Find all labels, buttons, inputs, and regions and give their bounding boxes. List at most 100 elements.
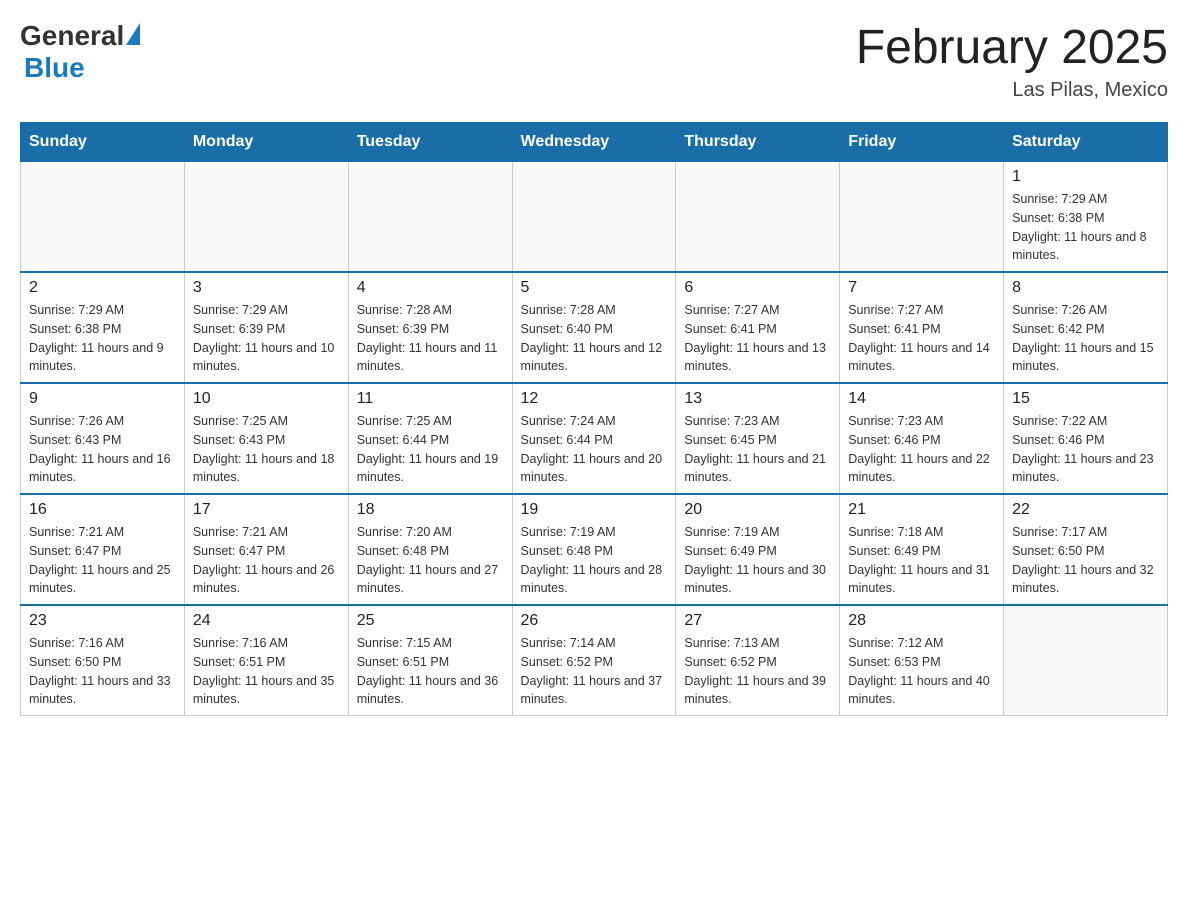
day-number: 9 (29, 390, 176, 408)
day-info: Sunrise: 7:26 AM Sunset: 6:43 PM Dayligh… (29, 412, 176, 487)
weekday-header-monday: Monday (184, 123, 348, 162)
weekday-header-row: SundayMondayTuesdayWednesdayThursdayFrid… (21, 123, 1168, 162)
day-info: Sunrise: 7:22 AM Sunset: 6:46 PM Dayligh… (1012, 412, 1159, 487)
day-info: Sunrise: 7:12 AM Sunset: 6:53 PM Dayligh… (848, 634, 995, 709)
calendar-cell: 12 Sunrise: 7:24 AM Sunset: 6:44 PM Dayli… (512, 383, 676, 494)
calendar-cell: 1 Sunrise: 7:29 AM Sunset: 6:38 PM Daylig… (1004, 162, 1168, 273)
day-number: 7 (848, 279, 995, 297)
day-number: 4 (357, 279, 504, 297)
page-header: General Blue February 2025 Las Pilas, Me… (20, 20, 1168, 102)
day-number: 24 (193, 612, 340, 630)
day-number: 25 (357, 612, 504, 630)
calendar-cell: 23 Sunrise: 7:16 AM Sunset: 6:50 PM Dayli… (21, 605, 185, 716)
calendar-week-row: 23 Sunrise: 7:16 AM Sunset: 6:50 PM Dayli… (21, 605, 1168, 716)
logo-triangle-icon (126, 23, 140, 45)
day-info: Sunrise: 7:13 AM Sunset: 6:52 PM Dayligh… (684, 634, 831, 709)
day-number: 16 (29, 501, 176, 519)
day-number: 2 (29, 279, 176, 297)
calendar-cell (21, 162, 185, 273)
calendar-cell: 26Sunrise: 7:14 AM Sunset: 6:52 PM Dayli… (512, 605, 676, 716)
calendar-header: SundayMondayTuesdayWednesdayThursdayFrid… (21, 123, 1168, 162)
logo-general: General (20, 20, 124, 52)
day-info: Sunrise: 7:19 AM Sunset: 6:48 PM Dayligh… (521, 523, 668, 598)
calendar-cell: 20 Sunrise: 7:19 AM Sunset: 6:49 PM Dayli… (676, 494, 840, 605)
day-info: Sunrise: 7:23 AM Sunset: 6:45 PM Dayligh… (684, 412, 831, 487)
day-info: Sunrise: 7:29 AM Sunset: 6:38 PM Dayligh… (29, 301, 176, 376)
day-info: Sunrise: 7:27 AM Sunset: 6:41 PM Dayligh… (848, 301, 995, 376)
calendar-week-row: 9 Sunrise: 7:26 AM Sunset: 6:43 PM Daylig… (21, 383, 1168, 494)
calendar-cell (512, 162, 676, 273)
weekday-header-wednesday: Wednesday (512, 123, 676, 162)
day-info: Sunrise: 7:17 AM Sunset: 6:50 PM Dayligh… (1012, 523, 1159, 598)
day-info: Sunrise: 7:26 AM Sunset: 6:42 PM Dayligh… (1012, 301, 1159, 376)
calendar-cell: 27 Sunrise: 7:13 AM Sunset: 6:52 PM Dayli… (676, 605, 840, 716)
day-info: Sunrise: 7:24 AM Sunset: 6:44 PM Dayligh… (521, 412, 668, 487)
day-info: Sunrise: 7:15 AM Sunset: 6:51 PM Dayligh… (357, 634, 504, 709)
calendar-cell: 3Sunrise: 7:29 AM Sunset: 6:39 PM Daylig… (184, 272, 348, 383)
day-number: 12 (521, 390, 668, 408)
day-info: Sunrise: 7:19 AM Sunset: 6:49 PM Dayligh… (684, 523, 831, 598)
calendar-cell: 19 Sunrise: 7:19 AM Sunset: 6:48 PM Dayli… (512, 494, 676, 605)
weekday-header-saturday: Saturday (1004, 123, 1168, 162)
day-number: 5 (521, 279, 668, 297)
day-number: 27 (684, 612, 831, 630)
weekday-header-sunday: Sunday (21, 123, 185, 162)
calendar-cell: 25 Sunrise: 7:15 AM Sunset: 6:51 PM Dayli… (348, 605, 512, 716)
calendar-cell: 8Sunrise: 7:26 AM Sunset: 6:42 PM Daylig… (1004, 272, 1168, 383)
calendar-cell: 7 Sunrise: 7:27 AM Sunset: 6:41 PM Daylig… (840, 272, 1004, 383)
calendar-week-row: 2 Sunrise: 7:29 AM Sunset: 6:38 PM Daylig… (21, 272, 1168, 383)
day-number: 28 (848, 612, 995, 630)
calendar-cell: 5 Sunrise: 7:28 AM Sunset: 6:40 PM Daylig… (512, 272, 676, 383)
calendar-cell: 18 Sunrise: 7:20 AM Sunset: 6:48 PM Dayli… (348, 494, 512, 605)
calendar-cell: 14Sunrise: 7:23 AM Sunset: 6:46 PM Dayli… (840, 383, 1004, 494)
day-number: 10 (193, 390, 340, 408)
day-info: Sunrise: 7:25 AM Sunset: 6:43 PM Dayligh… (193, 412, 340, 487)
title-section: February 2025 Las Pilas, Mexico (856, 20, 1168, 102)
calendar-cell (348, 162, 512, 273)
day-number: 3 (193, 279, 340, 297)
logo-blue: Blue (24, 52, 85, 84)
calendar-cell: 13Sunrise: 7:23 AM Sunset: 6:45 PM Dayli… (676, 383, 840, 494)
day-info: Sunrise: 7:20 AM Sunset: 6:48 PM Dayligh… (357, 523, 504, 598)
calendar-cell: 10 Sunrise: 7:25 AM Sunset: 6:43 PM Dayli… (184, 383, 348, 494)
calendar-cell: 11 Sunrise: 7:25 AM Sunset: 6:44 PM Dayli… (348, 383, 512, 494)
calendar-cell (184, 162, 348, 273)
day-info: Sunrise: 7:21 AM Sunset: 6:47 PM Dayligh… (29, 523, 176, 598)
calendar-cell: 6 Sunrise: 7:27 AM Sunset: 6:41 PM Daylig… (676, 272, 840, 383)
calendar-cell: 21Sunrise: 7:18 AM Sunset: 6:49 PM Dayli… (840, 494, 1004, 605)
day-info: Sunrise: 7:28 AM Sunset: 6:40 PM Dayligh… (521, 301, 668, 376)
calendar-cell: 22 Sunrise: 7:17 AM Sunset: 6:50 PM Dayli… (1004, 494, 1168, 605)
calendar-cell (1004, 605, 1168, 716)
day-info: Sunrise: 7:27 AM Sunset: 6:41 PM Dayligh… (684, 301, 831, 376)
day-number: 1 (1012, 168, 1159, 186)
calendar-cell: 15 Sunrise: 7:22 AM Sunset: 6:46 PM Dayli… (1004, 383, 1168, 494)
day-info: Sunrise: 7:16 AM Sunset: 6:51 PM Dayligh… (193, 634, 340, 709)
calendar-cell (676, 162, 840, 273)
calendar-table: SundayMondayTuesdayWednesdayThursdayFrid… (20, 122, 1168, 716)
weekday-header-tuesday: Tuesday (348, 123, 512, 162)
day-number: 11 (357, 390, 504, 408)
month-title: February 2025 (856, 20, 1168, 75)
calendar-body: 1 Sunrise: 7:29 AM Sunset: 6:38 PM Daylig… (21, 162, 1168, 716)
day-info: Sunrise: 7:28 AM Sunset: 6:39 PM Dayligh… (357, 301, 504, 376)
day-info: Sunrise: 7:29 AM Sunset: 6:38 PM Dayligh… (1012, 190, 1159, 265)
weekday-header-thursday: Thursday (676, 123, 840, 162)
day-number: 22 (1012, 501, 1159, 519)
calendar-cell: 2 Sunrise: 7:29 AM Sunset: 6:38 PM Daylig… (21, 272, 185, 383)
calendar-cell: 4 Sunrise: 7:28 AM Sunset: 6:39 PM Daylig… (348, 272, 512, 383)
calendar-week-row: 1 Sunrise: 7:29 AM Sunset: 6:38 PM Daylig… (21, 162, 1168, 273)
calendar-cell: 24 Sunrise: 7:16 AM Sunset: 6:51 PM Dayli… (184, 605, 348, 716)
day-number: 21 (848, 501, 995, 519)
day-info: Sunrise: 7:16 AM Sunset: 6:50 PM Dayligh… (29, 634, 176, 709)
day-number: 6 (684, 279, 831, 297)
day-number: 18 (357, 501, 504, 519)
day-number: 17 (193, 501, 340, 519)
day-number: 15 (1012, 390, 1159, 408)
day-number: 23 (29, 612, 176, 630)
day-info: Sunrise: 7:25 AM Sunset: 6:44 PM Dayligh… (357, 412, 504, 487)
day-number: 20 (684, 501, 831, 519)
day-number: 19 (521, 501, 668, 519)
calendar-cell: 17 Sunrise: 7:21 AM Sunset: 6:47 PM Dayli… (184, 494, 348, 605)
day-info: Sunrise: 7:14 AM Sunset: 6:52 PM Dayligh… (521, 634, 668, 709)
day-info: Sunrise: 7:21 AM Sunset: 6:47 PM Dayligh… (193, 523, 340, 598)
